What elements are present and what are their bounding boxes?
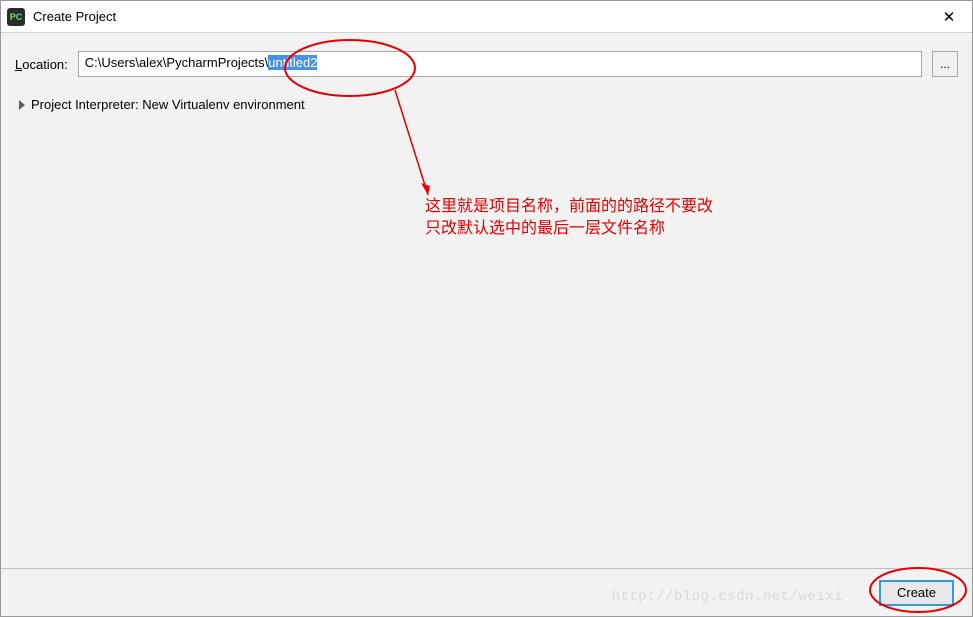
ellipsis-icon: ... (940, 57, 950, 71)
interpreter-expander[interactable]: Project Interpreter: New Virtualenv envi… (15, 97, 958, 112)
location-row: Location: C:\Users\alex\PycharmProjects\… (15, 51, 958, 77)
location-selected-name: untitled2 (268, 55, 317, 70)
interpreter-label: Project Interpreter: New Virtualenv envi… (31, 97, 305, 112)
chevron-right-icon (19, 100, 25, 110)
create-button[interactable]: Create (879, 580, 954, 606)
location-input[interactable]: C:\Users\alex\PycharmProjects\untitled2 (78, 51, 922, 77)
dialog-content: Location: C:\Users\alex\PycharmProjects\… (1, 33, 972, 568)
location-input-wrap: C:\Users\alex\PycharmProjects\untitled2 (78, 51, 922, 77)
titlebar: PC Create Project ✕ (1, 1, 972, 33)
browse-button[interactable]: ... (932, 51, 958, 77)
watermark: http://blog.csdn.net/weixi (612, 589, 843, 605)
window-close-button[interactable]: ✕ (926, 1, 972, 33)
app-icon-text: PC (10, 12, 23, 22)
close-icon: ✕ (943, 8, 956, 26)
app-icon: PC (7, 8, 25, 26)
annotation-text: 这里就是项目名称，前面的的路径不要改 只改默认选中的最后一层文件名称 (425, 196, 713, 241)
create-project-window: PC Create Project ✕ Location: C:\Users\a… (0, 0, 973, 617)
location-label: Location: (15, 57, 68, 72)
window-title: Create Project (33, 9, 116, 24)
